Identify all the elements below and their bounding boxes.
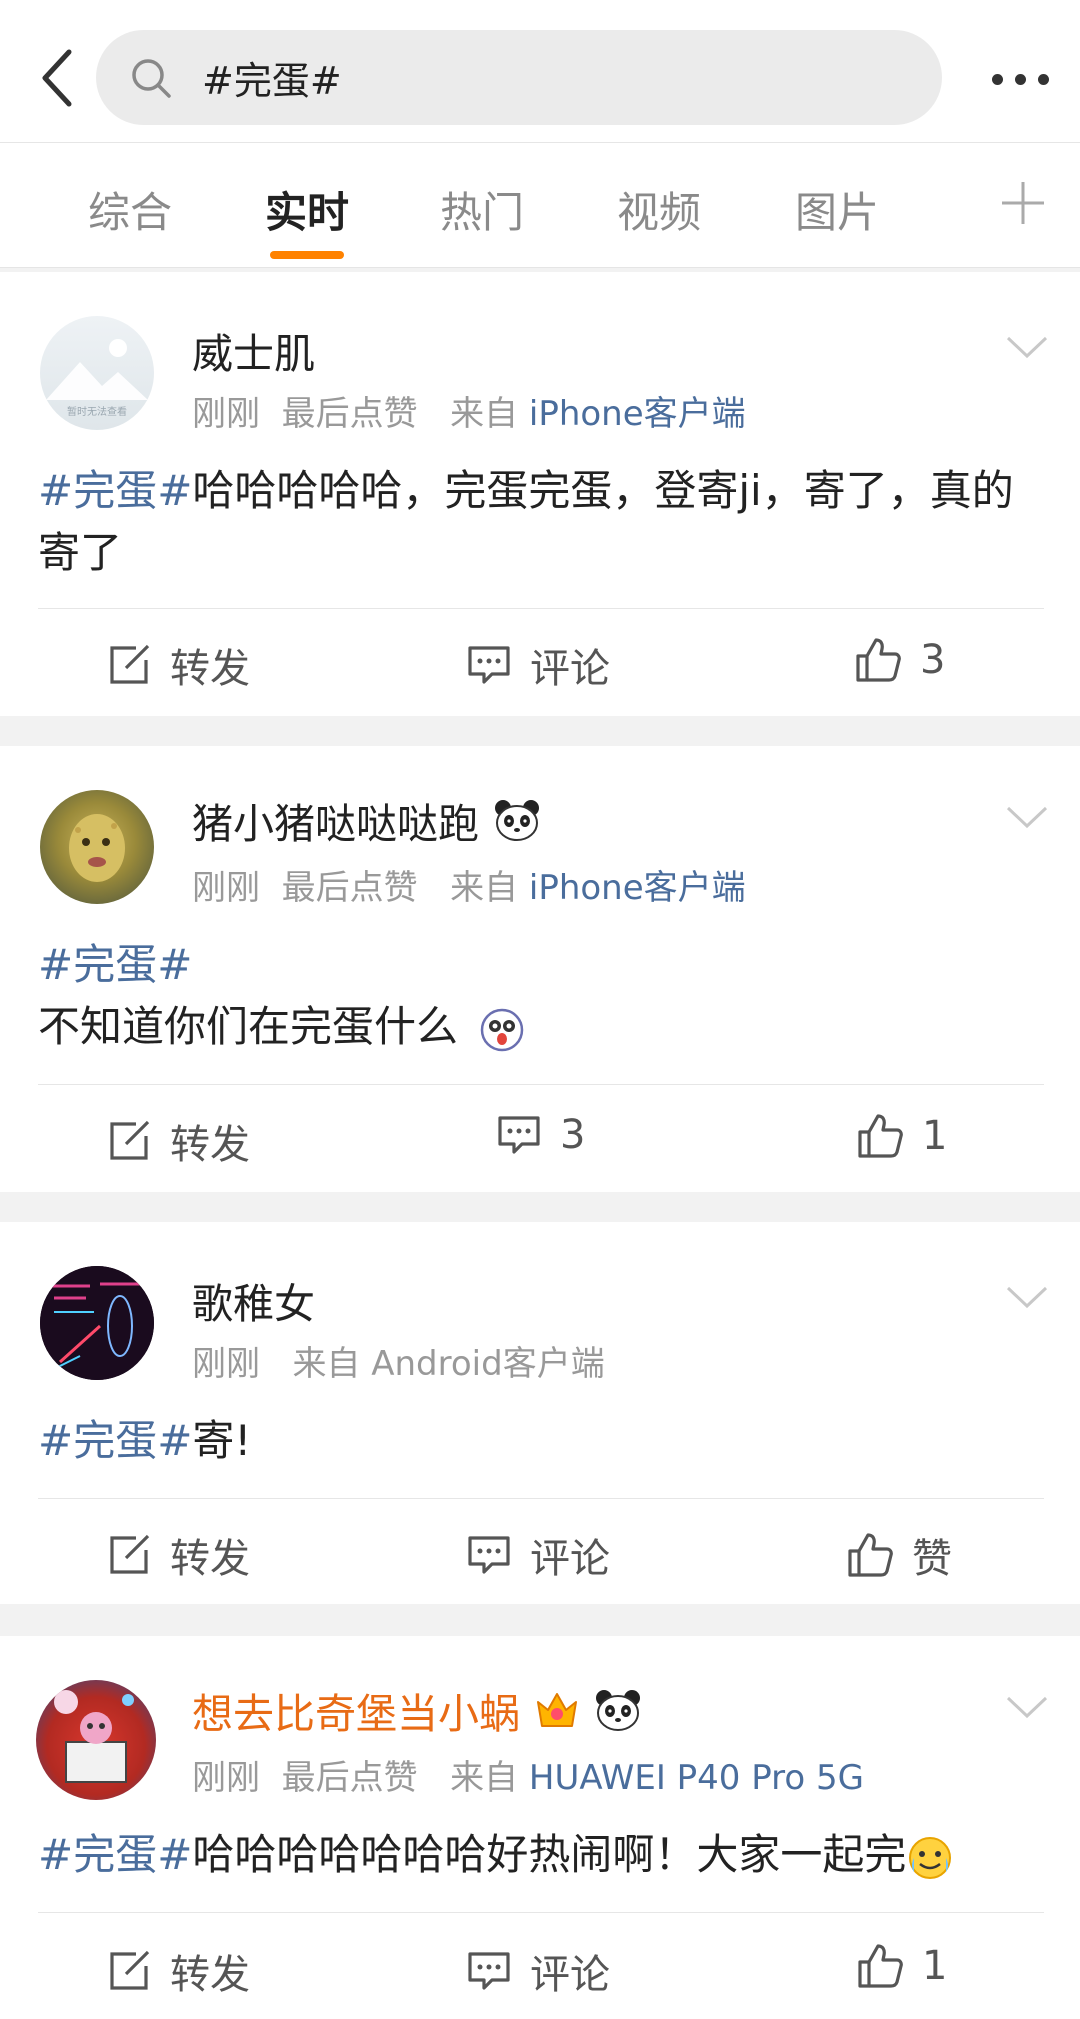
like-button[interactable]: 3 — [854, 636, 945, 684]
divider — [38, 1912, 1044, 1913]
feed-post: 猪小猪哒哒哒跑 刚刚 最后点赞 来自 iPhone客户端 #完蛋# 不知道你们在完… — [0, 746, 1080, 1192]
tab-video[interactable]: 视频 — [599, 179, 719, 240]
chevron-down-icon[interactable] — [1004, 1282, 1050, 1312]
tab-images[interactable]: 图片 — [777, 179, 897, 240]
more-options-button[interactable] — [970, 44, 1070, 114]
panda-face-emoji-icon — [481, 1008, 524, 1051]
comment-icon — [468, 1536, 510, 1574]
hashtag-link[interactable]: #完蛋# — [38, 940, 192, 989]
more-dot-icon — [1037, 73, 1049, 85]
tab-hot[interactable]: 热门 — [422, 179, 542, 240]
comment-button[interactable]: 评论 — [466, 1526, 610, 1584]
thumbs-up-icon — [848, 1533, 893, 1577]
avatar[interactable]: 暂时无法查看 — [40, 316, 154, 430]
like-button[interactable]: 1 — [856, 1112, 947, 1160]
post-source: HUAWEI P40 Pro 5G — [528, 1758, 864, 1798]
post-content: #完蛋# 不知道你们在完蛋什么 — [38, 934, 1048, 1058]
comment-button[interactable]: 评论 — [466, 636, 610, 694]
post-meta: 刚刚 来自 Android客户端 — [192, 1344, 605, 1384]
repost-icon — [110, 1950, 150, 1990]
feed-post: 想去比奇堡当小蜗 刚刚 最后点赞 来自 HUAWEI P40 Pro 5G #完… — [0, 1636, 1080, 2019]
top-bar: #完蛋# — [0, 0, 1080, 143]
comment-button[interactable]: 评论 — [466, 1942, 610, 2000]
post-username[interactable]: 威士肌 — [192, 320, 315, 380]
post-username[interactable]: 想去比奇堡当小蜗 — [192, 1680, 642, 1740]
more-dot-icon — [1014, 73, 1026, 85]
search-icon — [130, 56, 174, 100]
back-button[interactable] — [22, 40, 92, 116]
repost-icon — [110, 1534, 150, 1574]
divider — [38, 1084, 1044, 1085]
search-query: #完蛋# — [202, 59, 342, 103]
comment-button[interactable]: 3 — [496, 1112, 585, 1158]
repost-icon — [110, 1120, 150, 1160]
active-tab-indicator — [270, 251, 344, 259]
post-source: iPhone客户端 — [528, 394, 746, 434]
post-username[interactable]: 猪小猪哒哒哒跑 — [192, 790, 541, 850]
post-content: #完蛋#哈哈哈哈哈哈哈好热闹啊！大家一起完 — [38, 1824, 1048, 1886]
crying-laugh-emoji-icon — [909, 1836, 952, 1879]
post-meta: 刚刚 最后点赞 来自 iPhone客户端 — [192, 394, 746, 434]
repost-button[interactable]: 转发 — [106, 636, 250, 694]
avatar-placeholder-text: 暂时无法查看 — [67, 405, 127, 418]
chevron-down-icon[interactable] — [1004, 802, 1050, 832]
chevron-down-icon[interactable] — [1004, 1692, 1050, 1722]
repost-button[interactable]: 转发 — [106, 1526, 250, 1584]
thumbs-up-icon — [858, 1944, 903, 1988]
post-source: iPhone客户端 — [528, 868, 746, 908]
hashtag-link[interactable]: #完蛋# — [38, 466, 192, 515]
thumbs-up-icon — [856, 638, 901, 682]
like-button[interactable]: 赞 — [846, 1526, 952, 1584]
post-source: Android客户端 — [371, 1344, 605, 1384]
search-input[interactable]: #完蛋# — [96, 30, 942, 125]
comment-icon — [468, 646, 510, 684]
post-username[interactable]: 歌稚女 — [192, 1270, 315, 1330]
feed-post: 歌稚女 刚刚 来自 Android客户端 #完蛋#寄! 转发 评论 赞 — [0, 1222, 1080, 1604]
back-arrow-icon — [42, 49, 72, 107]
tab-bar: 综合 实时 热门 视频 图片 — [0, 143, 1080, 268]
repost-icon — [110, 644, 150, 684]
repost-button[interactable]: 转发 — [106, 1112, 250, 1170]
feed-post: 暂时无法查看 威士肌 刚刚 最后点赞 来自 iPhone客户端 #完蛋#哈哈哈哈… — [0, 272, 1080, 716]
chevron-down-icon[interactable] — [1004, 332, 1050, 362]
divider — [38, 608, 1044, 609]
like-button[interactable]: 1 — [856, 1942, 947, 1990]
vip-crown-badge-icon — [537, 1693, 577, 1727]
post-meta: 刚刚 最后点赞 来自 iPhone客户端 — [192, 868, 746, 908]
add-tab-icon[interactable] — [998, 178, 1048, 228]
avatar[interactable] — [40, 790, 154, 904]
post-content: #完蛋#寄! — [38, 1416, 252, 1465]
repost-button[interactable]: 转发 — [106, 1942, 250, 2000]
tab-comprehensive[interactable]: 综合 — [70, 179, 190, 240]
post-content: #完蛋#哈哈哈哈哈，完蛋完蛋，登寄ji，寄了，真的寄了 — [38, 466, 1014, 577]
thumbs-up-icon — [858, 1114, 903, 1158]
panda-badge-icon — [495, 800, 539, 841]
comment-icon — [498, 1116, 540, 1154]
avatar[interactable] — [36, 1680, 156, 1800]
panda-badge-icon — [596, 1690, 640, 1731]
hashtag-link[interactable]: #完蛋# — [38, 1830, 192, 1879]
tab-realtime[interactable]: 实时 — [247, 179, 367, 240]
more-dot-icon — [991, 73, 1003, 85]
hashtag-link[interactable]: #完蛋# — [38, 1416, 192, 1465]
divider — [38, 1498, 1044, 1499]
avatar[interactable] — [40, 1266, 154, 1380]
post-meta: 刚刚 最后点赞 来自 HUAWEI P40 Pro 5G — [192, 1758, 864, 1798]
comment-icon — [468, 1952, 510, 1990]
